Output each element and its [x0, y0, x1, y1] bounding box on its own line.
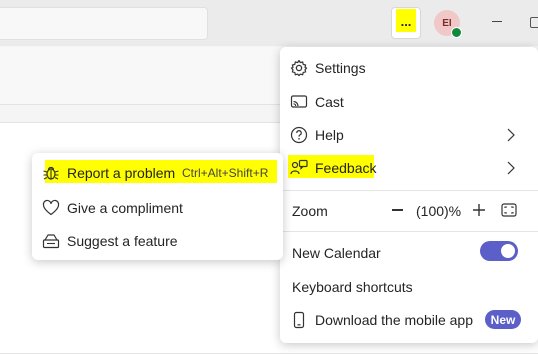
zoom-label: Zoom	[292, 203, 328, 219]
settings-menu: Settings Cast Help Feedback Zoom (100)% …	[280, 47, 538, 343]
menu-item-cast[interactable]: Cast	[280, 86, 538, 118]
menu-divider	[280, 231, 538, 232]
menu-divider	[280, 190, 538, 191]
zoom-value: (100)%	[416, 203, 462, 219]
feedback-icon	[290, 159, 308, 175]
menu-item-settings[interactable]: Settings	[280, 52, 538, 84]
new-badge: New	[485, 310, 521, 329]
submenu-item-give-compliment[interactable]: Give a compliment	[32, 193, 283, 223]
menu-item-help[interactable]: Help	[280, 119, 538, 151]
menu-item-label: Feedback	[315, 160, 377, 176]
title-bar: ... EI	[0, 0, 538, 46]
menu-item-label: Help	[315, 127, 344, 143]
avatar-initials: EI	[442, 17, 452, 29]
toggle-knob	[501, 244, 515, 258]
more-dots: ...	[400, 14, 412, 29]
heart-icon	[42, 199, 60, 216]
menu-item-feedback[interactable]: Feedback	[280, 152, 538, 184]
minimize-icon[interactable]	[492, 21, 502, 22]
menu-item-label: Settings	[315, 60, 366, 76]
menu-item-label: Cast	[315, 94, 344, 110]
search-box[interactable]	[0, 7, 208, 40]
menu-item-keyboard-shortcuts[interactable]: Keyboard shortcuts	[292, 279, 413, 295]
submenu-item-suggest-feature[interactable]: Suggest a feature	[32, 226, 283, 256]
maximize-icon[interactable]	[530, 17, 538, 28]
chevron-right-icon	[507, 161, 515, 175]
more-options-button[interactable]: ...	[391, 7, 421, 39]
menu-item-label: Download the mobile app	[315, 312, 473, 328]
cast-icon	[290, 95, 308, 108]
zoom-in-button[interactable]	[472, 203, 486, 217]
submenu-item-label: Give a compliment	[67, 200, 183, 216]
new-calendar-toggle[interactable]	[480, 241, 518, 261]
suggest-feature-icon	[42, 234, 60, 249]
gear-icon	[290, 59, 308, 77]
submenu-item-report-problem[interactable]: Report a problem Ctrl+Alt+Shift+R	[32, 158, 283, 188]
new-calendar-label: New Calendar	[292, 245, 381, 261]
bug-icon	[43, 166, 59, 180]
zoom-out-button[interactable]	[392, 209, 403, 211]
chevron-right-icon	[507, 128, 515, 142]
submenu-item-label: Report a problem	[67, 165, 176, 181]
help-icon	[290, 126, 308, 144]
mobile-phone-icon	[293, 311, 305, 329]
submenu-item-label: Suggest a feature	[67, 233, 178, 249]
fit-to-screen-icon[interactable]	[501, 203, 517, 217]
avatar[interactable]: EI	[434, 10, 462, 38]
zoom-row: Zoom (100)%	[280, 195, 538, 225]
feedback-submenu: Report a problem Ctrl+Alt+Shift+R Give a…	[32, 153, 283, 260]
available-status-icon	[451, 27, 462, 38]
keyboard-shortcut-hint: Ctrl+Alt+Shift+R	[182, 166, 269, 180]
